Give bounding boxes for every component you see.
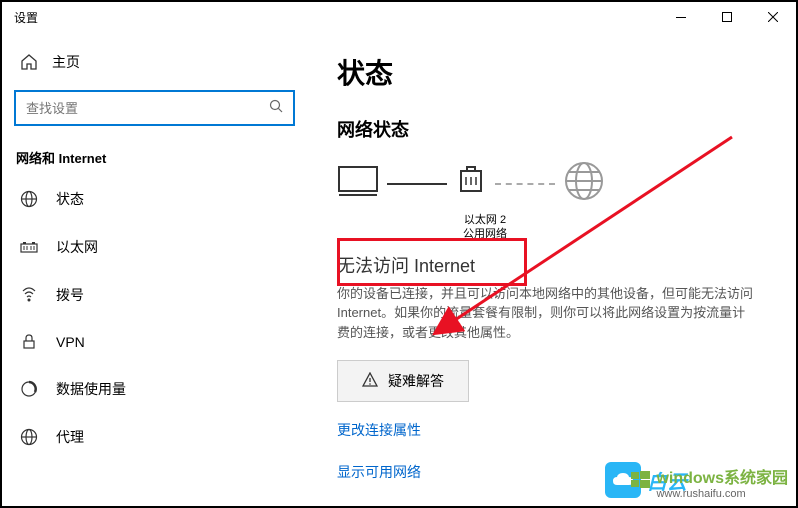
globe-icon <box>563 160 605 207</box>
status-icon <box>20 190 38 208</box>
change-properties-link[interactable]: 更改连接属性 <box>337 420 766 440</box>
datausage-icon <box>20 380 38 398</box>
home-icon <box>20 53 38 71</box>
nav-item-datausage[interactable]: 数据使用量 <box>2 365 307 413</box>
status-heading: 无法访问 Internet <box>337 252 766 278</box>
adapter-info: 以太网 2 公用网络 <box>445 213 525 242</box>
nav-label: 状态 <box>56 189 84 209</box>
nav-label: VPN <box>56 334 85 350</box>
main-content: 状态 网络状态 以太网 2 公用网络 无法访问 Internet 你的设备已连接… <box>307 32 796 506</box>
minimize-icon <box>676 17 686 18</box>
network-diagram <box>337 160 766 207</box>
network-type: 公用网络 <box>445 227 525 241</box>
troubleshoot-label: 疑难解答 <box>388 371 444 391</box>
computer-icon <box>337 165 379 202</box>
nav-item-proxy[interactable]: 代理 <box>2 413 307 461</box>
connection-line-solid <box>387 183 447 185</box>
home-link[interactable]: 主页 <box>2 42 307 82</box>
nav-label: 以太网 <box>56 237 98 257</box>
connection-line-dashed <box>495 183 555 185</box>
close-icon <box>768 12 778 22</box>
search-input[interactable] <box>26 101 269 116</box>
dialup-icon <box>20 286 38 304</box>
adapter-icon <box>455 165 487 202</box>
section-title: 网络状态 <box>337 116 766 142</box>
window-controls <box>658 2 796 32</box>
home-label: 主页 <box>52 52 80 72</box>
warning-icon <box>362 372 378 391</box>
watermark-windows: windows系统家园 www.rushaifu.com <box>630 464 788 500</box>
page-title: 状态 <box>337 52 766 92</box>
titlebar: 设置 <box>2 2 796 32</box>
watermark-url: www.rushaifu.com <box>656 488 788 500</box>
nav-item-status[interactable]: 状态 <box>2 175 307 223</box>
troubleshoot-button[interactable]: 疑难解答 <box>337 360 469 402</box>
status-description: 你的设备已连接，并且可以访问本地网络中的其他设备，但可能无法访问 Interne… <box>337 284 757 343</box>
nav-label: 代理 <box>56 427 84 447</box>
nav-item-vpn[interactable]: VPN <box>2 319 307 365</box>
minimize-button[interactable] <box>658 2 704 32</box>
window-title: 设置 <box>14 9 38 26</box>
close-button[interactable] <box>750 2 796 32</box>
group-title: 网络和 Internet <box>2 134 307 175</box>
adapter-name: 以太网 2 <box>445 213 525 227</box>
ethernet-icon <box>20 238 38 256</box>
maximize-icon <box>722 12 732 22</box>
watermark-text: windows系统家园 <box>656 470 788 487</box>
flag-icon <box>630 469 652 496</box>
maximize-button[interactable] <box>704 2 750 32</box>
sidebar: 主页 网络和 Internet 状态 以太网 <box>2 32 307 506</box>
search-icon <box>269 99 283 118</box>
nav-label: 数据使用量 <box>56 379 126 399</box>
search-box[interactable] <box>14 90 295 126</box>
nav-item-dialup[interactable]: 拨号 <box>2 271 307 319</box>
nav-label: 拨号 <box>56 285 84 305</box>
vpn-icon <box>20 333 38 351</box>
nav-item-ethernet[interactable]: 以太网 <box>2 223 307 271</box>
proxy-icon <box>20 428 38 446</box>
